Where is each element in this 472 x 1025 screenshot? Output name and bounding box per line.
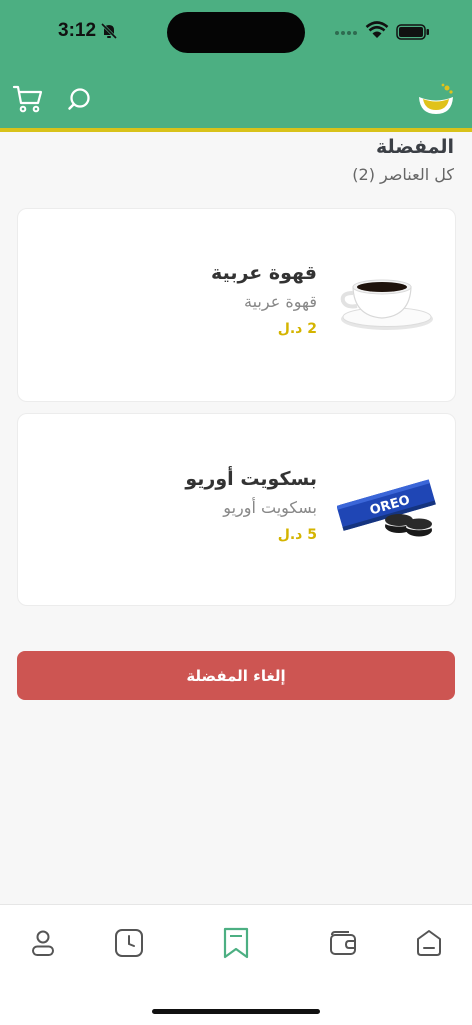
nav-home[interactable] [411, 925, 447, 961]
product-price: 5 د.ل [277, 527, 317, 543]
signal-icon [335, 31, 357, 35]
coffee-cup-image [340, 279, 433, 330]
home-icon [417, 930, 441, 956]
cancel-favorites-button[interactable]: إلغاء المفضلة [17, 651, 455, 700]
product-description: بسكويت أوريو [223, 498, 317, 517]
search-icon[interactable] [66, 87, 92, 113]
nav-wallet[interactable] [325, 925, 361, 961]
product-name: بسكويت أوريو [185, 468, 317, 490]
cart-icon[interactable] [12, 84, 44, 114]
bell-off-icon [100, 22, 118, 40]
battery-icon [396, 24, 429, 40]
nav-history[interactable] [111, 925, 147, 961]
product-description: قهوة عربية [244, 292, 317, 311]
page-title: المفضلة [375, 136, 454, 158]
favorite-card-oreo[interactable]: OREO بسكويت أوريو بسكويت أوريو 5 د.ل [17, 413, 456, 606]
profile-icon [32, 930, 54, 956]
clock-icon [115, 929, 143, 957]
items-count: كل العناصر (2) [352, 165, 454, 184]
favorite-info: بسكويت أوريو بسكويت أوريو 5 د.ل [185, 468, 317, 543]
favorite-card-coffee[interactable]: قهوة عربية قهوة عربية 2 د.ل [17, 208, 456, 402]
favorite-info: قهوة عربية قهوة عربية 2 د.ل [211, 262, 317, 337]
nav-profile[interactable] [25, 925, 61, 961]
bottom-nav [0, 904, 472, 1025]
wallet-icon [330, 931, 356, 955]
oreo-pack-image: OREO [337, 479, 436, 537]
home-indicator[interactable] [152, 1009, 320, 1014]
status-bar: 3:12 [0, 0, 472, 64]
nav-favorites[interactable] [218, 925, 254, 961]
bookmark-icon [223, 927, 249, 959]
wifi-icon [365, 21, 389, 38]
product-name: قهوة عربية [211, 262, 317, 284]
app-logo[interactable] [416, 80, 456, 116]
app-header [0, 64, 472, 132]
dynamic-island [167, 12, 305, 53]
product-price: 2 د.ل [277, 321, 317, 337]
status-time: 3:12 [58, 20, 97, 41]
